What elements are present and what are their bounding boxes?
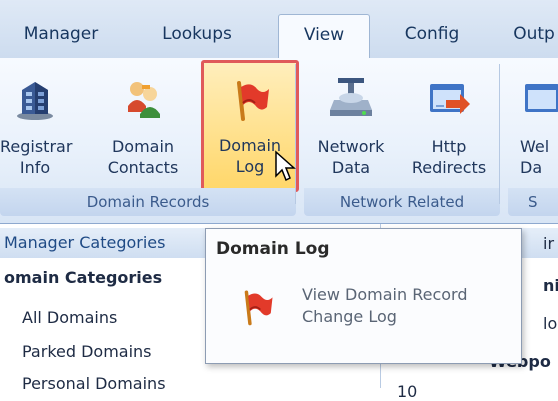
web-data-label: Wel Da (520, 137, 550, 177)
network-data-label: Network Data (317, 137, 385, 177)
tab-output[interactable]: Outp (504, 14, 558, 58)
http-redirects-label: Http Redirects (411, 137, 487, 177)
group-name-domain-records: Domain Records (0, 188, 296, 216)
tooltip-description: View Domain Record Change Log (302, 285, 468, 326)
category-item[interactable]: Parked Domains (22, 342, 152, 361)
http-redirects-button[interactable]: Http Redirects (404, 64, 494, 186)
list-cell-fragment: lo (543, 314, 558, 333)
network-drive-icon (330, 78, 372, 116)
registrar-building-icon (17, 82, 53, 120)
registrar-info-button[interactable]: Registrar Info (0, 64, 73, 186)
group-domain-records: Registrar Info Domain Contacts Domain Lo… (0, 58, 299, 216)
tab-config[interactable]: Config (386, 14, 478, 58)
group-name-partial: S (508, 188, 558, 216)
web-data-button[interactable]: Wel Da (508, 64, 558, 186)
group-separator (499, 64, 500, 204)
web-data-icon (525, 84, 558, 112)
group-network-related: Network Data Http Redirects Network Rela… (304, 58, 500, 216)
list-cell-fragment: ni (543, 276, 558, 295)
group-partial: Wel Da S (508, 58, 558, 216)
ribbon-panel: Registrar Info Domain Contacts Domain Lo… (0, 58, 558, 224)
registrar-info-label: Registrar Info (0, 137, 73, 177)
list-cell-fragment: 10 (397, 382, 418, 401)
tooltip-title: Domain Log (216, 239, 330, 259)
tab-view[interactable]: View (278, 14, 370, 60)
group-name-network-related: Network Related (304, 188, 500, 216)
category-group-label[interactable]: omain Categories (4, 268, 162, 287)
tab-lookups[interactable]: Lookups (142, 14, 252, 58)
category-item[interactable]: Personal Domains (22, 374, 166, 393)
domain-log-tooltip: Domain Log View Domain Record Change Log (205, 228, 522, 364)
mouse-cursor-icon (275, 150, 296, 182)
ribbon-tab-strip: Manager Lookups View Config Outp (0, 0, 558, 60)
domain-contacts-button[interactable]: Domain Contacts (100, 64, 186, 186)
network-data-button[interactable]: Network Data (308, 64, 394, 186)
redirect-arrow-icon (430, 84, 470, 114)
domain-contacts-label: Domain Contacts (107, 137, 179, 177)
red-flag-icon (244, 290, 273, 326)
contacts-people-icon (128, 82, 160, 118)
tab-manager[interactable]: Manager (6, 14, 116, 58)
red-flag-icon (237, 81, 269, 121)
list-header-fragment: ir (543, 234, 555, 253)
category-item[interactable]: All Domains (22, 308, 117, 327)
